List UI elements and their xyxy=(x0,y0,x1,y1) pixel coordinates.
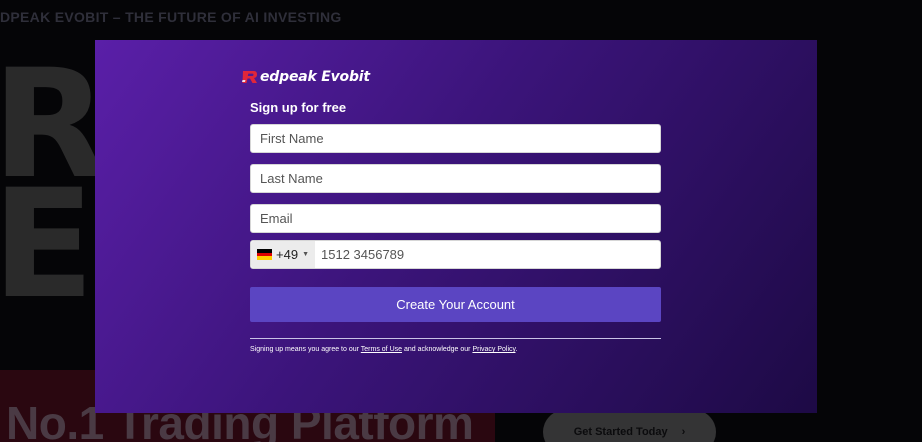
signup-modal: edpeak Evobit Sign up for free +49 ▼ Cre… xyxy=(95,40,817,413)
legal-notice: Signing up means you agree to our Terms … xyxy=(250,346,517,353)
privacy-policy-link[interactable]: Privacy Policy xyxy=(472,346,515,353)
last-name-input[interactable] xyxy=(250,164,661,193)
legal-suffix: . xyxy=(515,346,518,353)
caret-down-icon: ▼ xyxy=(302,251,309,258)
first-name-input[interactable] xyxy=(250,124,661,153)
background-tagline: DPEAK EVOBIT – THE FUTURE OF AI INVESTIN… xyxy=(0,9,342,25)
background-cta-button[interactable]: Get Started Today › xyxy=(543,410,716,442)
create-account-button[interactable]: Create Your Account xyxy=(250,287,661,322)
germany-flag-icon xyxy=(257,249,272,261)
phone-field: +49 ▼ xyxy=(250,240,661,269)
terms-of-use-link[interactable]: Terms of Use xyxy=(361,346,402,353)
country-code-selector[interactable]: +49 ▼ xyxy=(251,241,315,268)
legal-middle: and acknowledge our xyxy=(402,346,473,353)
r-logo-mark xyxy=(242,71,257,83)
divider xyxy=(250,338,661,339)
chevron-right-icon: › xyxy=(681,426,686,438)
background-cta-label: Get Started Today xyxy=(573,426,668,438)
brand-logo: edpeak Evobit xyxy=(242,69,370,85)
signup-subtitle: Sign up for free xyxy=(250,100,347,115)
phone-input[interactable] xyxy=(315,241,660,268)
brand-name: edpeak Evobit xyxy=(260,69,370,85)
dial-code: +49 xyxy=(276,247,299,262)
legal-prefix: Signing up means you agree to our xyxy=(250,346,361,353)
email-input[interactable] xyxy=(250,204,661,233)
